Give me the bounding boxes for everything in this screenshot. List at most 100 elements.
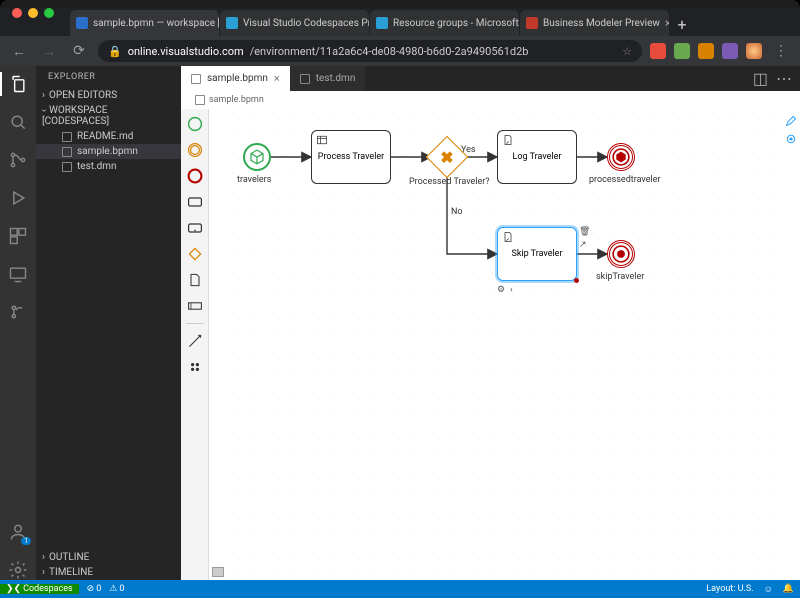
status-bell-icon[interactable]: 🔔 [783,584,794,594]
close-icon[interactable]: × [665,16,670,30]
mac-zoom-icon[interactable] [44,8,54,18]
palette-task-icon[interactable] [186,193,204,211]
file-icon [195,95,205,105]
reload-button[interactable]: ⟳ [68,40,90,62]
context-connect-icon[interactable]: ↗ [579,240,589,250]
more-icon[interactable]: ⋯ [776,69,792,88]
context-pad: 🗑 ↗ [579,227,589,250]
palette-end-event-icon[interactable] [186,167,204,185]
palette-pool-icon[interactable] [186,297,204,315]
status-remote[interactable]: ❯❮ Codespaces [0,584,79,594]
status-feedback-icon[interactable]: ☺ [764,584,773,595]
forward-button[interactable]: → [38,40,60,62]
back-button[interactable]: ← [8,40,30,62]
status-warnings[interactable]: ⚠ 0 [109,584,124,594]
bpmn-label: No [451,207,463,217]
bpmn-label: Yes [461,145,476,155]
editor-right-gutter [782,109,800,580]
url-path: /environment/11a2a6c4-de08-4980-b6d0-2a9… [250,45,529,58]
browser-tab[interactable]: Business Modeler Preview × [520,10,670,36]
editor-tab-label: test.dmn [316,73,356,84]
palette-subprocess-icon[interactable] [186,219,204,237]
palette-data-object-icon[interactable] [186,271,204,289]
palette-tools-icon[interactable] [186,358,204,376]
editor-tab[interactable]: test.dmn [290,66,366,91]
explorer-icon[interactable] [8,74,28,94]
palette-connect-icon[interactable] [186,332,204,350]
file-item[interactable]: sample.bpmn [36,144,181,159]
section-outline[interactable]: OUTLINE [36,550,181,565]
star-icon[interactable]: ☆ [622,45,632,58]
browser-tab[interactable]: Resource groups - Microsoft × [370,10,520,36]
bpmn-task[interactable]: Skip Traveler [497,227,577,281]
favicon-icon [76,17,88,29]
bpmn-task[interactable]: Log Traveler [497,130,577,184]
palette-gateway-icon[interactable] [186,245,204,263]
bpmn-start-event[interactable] [243,143,271,171]
section-open-editors[interactable]: OPEN EDITORS [36,88,181,103]
extension-icon[interactable] [698,43,714,59]
file-name: sample.bpmn [77,146,138,157]
bpmn-canvas[interactable]: travelers Process Traveler ✖ Yes Process… [209,109,782,580]
bpmn-end-event[interactable] [607,240,635,268]
remote-explorer-icon[interactable] [8,264,28,284]
editor-tabstrip: sample.bpmn × test.dmn ◫ ⋯ [181,66,800,91]
context-append-icon[interactable]: › [510,285,520,295]
bpmn-palette [181,109,209,580]
browser-tab[interactable]: Visual Studio Codespaces Pri × [220,10,370,36]
close-icon[interactable]: × [274,72,280,85]
file-name: test.dmn [77,161,117,172]
settings-gear-icon[interactable] [8,560,28,580]
context-pad: ⚙ › [497,285,520,295]
split-editor-icon[interactable]: ◫ [753,69,768,88]
file-icon [62,132,72,142]
accounts-icon[interactable]: 1 [8,522,28,542]
editor-area: sample.bpmn × test.dmn ◫ ⋯ sample.bpmn [181,66,800,580]
menu-button[interactable]: ⋮ [770,40,792,62]
file-item[interactable]: README.md [36,129,181,144]
bpmn-end-event[interactable] [607,143,635,171]
lock-icon: 🔒 [108,45,122,58]
search-icon[interactable] [8,112,28,132]
resize-handle[interactable] [574,278,579,283]
run-debug-icon[interactable] [8,188,28,208]
browser-tab-label: Resource groups - Microsoft [393,18,519,29]
section-workspace[interactable]: WORKSPACE [CODESPACES] [36,103,181,129]
sidebar-title: EXPLORER [36,66,181,88]
context-wrench-icon[interactable]: ⚙ [497,285,507,295]
github-icon[interactable] [8,302,28,322]
file-item[interactable]: test.dmn [36,159,181,174]
extensions-icon[interactable] [8,226,28,246]
flow-connectors [209,109,782,580]
source-control-icon[interactable] [8,150,28,170]
file-name: README.md [77,131,133,142]
profile-avatar[interactable] [746,43,762,59]
bpmn-gateway[interactable]: ✖ [426,136,468,178]
new-tab-button[interactable]: + [670,12,694,36]
extension-icon[interactable] [650,43,666,59]
minimap-toggle[interactable] [212,567,224,577]
extension-icon[interactable] [722,43,738,59]
extension-icon[interactable] [674,43,690,59]
palette-start-event-icon[interactable] [186,115,204,133]
mac-minimize-icon[interactable] [28,8,38,18]
preview-icon[interactable] [785,133,797,145]
breadcrumb[interactable]: sample.bpmn [181,91,800,109]
bpmn-task[interactable]: Process Traveler [311,130,391,184]
browser-tab-label: Visual Studio Codespaces Pri [243,18,370,29]
status-bar: ❯❮ Codespaces ⊘ 0 ⚠ 0 Layout: U.S. ☺ 🔔 [0,580,800,598]
browser-tab[interactable]: sample.bpmn — workspace [C × [70,10,220,36]
context-delete-icon[interactable]: 🗑 [579,227,589,237]
url-host: online.visualstudio.com [128,45,244,58]
section-timeline[interactable]: TIMELINE [36,565,181,580]
mac-close-icon[interactable] [12,8,22,18]
editor-tab[interactable]: sample.bpmn × [181,66,290,91]
address-bar[interactable]: 🔒 online.visualstudio.com/environment/11… [98,40,642,62]
file-icon [191,74,201,84]
palette-intermediate-event-icon[interactable] [186,141,204,159]
status-errors[interactable]: ⊘ 0 [87,584,102,594]
edit-icon[interactable] [785,115,797,127]
status-layout[interactable]: Layout: U.S. [706,584,753,594]
browser-tab-label: Business Modeler Preview [543,18,660,29]
favicon-icon [376,17,388,29]
